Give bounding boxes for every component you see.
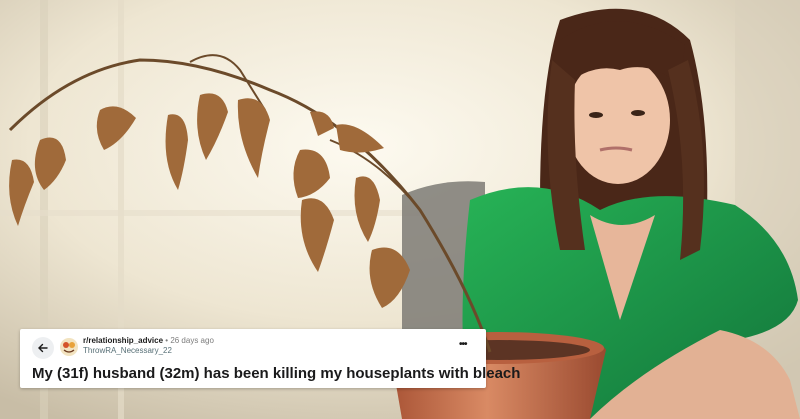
back-button[interactable] (32, 337, 54, 359)
arrow-left-icon (38, 343, 48, 353)
subreddit-avatar-icon (60, 338, 78, 356)
reddit-post-card[interactable]: r/relationship_advice • 26 days ago Thro… (20, 329, 520, 388)
meta-separator: • (165, 336, 169, 345)
subreddit-link[interactable]: r/relationship_advice (83, 336, 163, 345)
more-options-button[interactable]: ••• (459, 339, 467, 350)
post-title[interactable]: My (31f) husband (32m) has been killing … (32, 365, 520, 382)
post-age: 26 days ago (170, 336, 214, 345)
more-horizontal-icon: ••• (459, 339, 467, 350)
author-username[interactable]: ThrowRA_Necessary_22 (83, 346, 214, 356)
post-meta: r/relationship_advice • 26 days ago Thro… (83, 336, 214, 356)
